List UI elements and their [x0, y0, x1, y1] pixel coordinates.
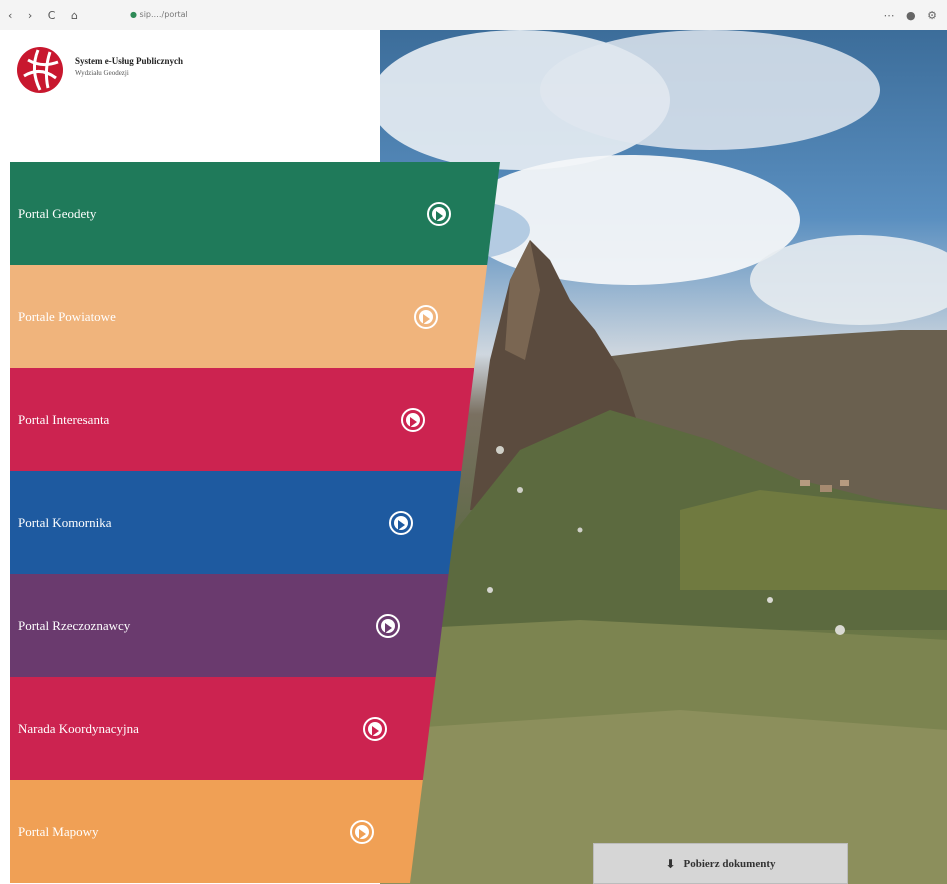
arrow-right-circle-icon[interactable] [427, 201, 452, 226]
portal-item-portal-rzeczoznawcy[interactable]: Portal Rzeczoznawcy [0, 574, 449, 677]
portal-item-label: Portal Mapowy [18, 823, 99, 839]
arrow-right-circle-icon[interactable] [350, 819, 374, 844]
arrow-right-circle-icon[interactable] [414, 304, 439, 329]
arrow-right-circle-icon[interactable] [362, 716, 387, 741]
portal-item-label: Portal Komornika [18, 514, 112, 530]
portal-menu: Portal Geodety Portale Powiatowe Portal In… [0, 0, 500, 884]
portal-item-portal-mapowy[interactable]: Portal Mapowy [0, 780, 423, 883]
portal-item-portale-powiatowe[interactable]: Portale Powiatowe [0, 265, 488, 368]
portal-item-label: Portale Powiatowe [18, 308, 116, 324]
portal-item-portal-geodety[interactable]: Portal Geodety [0, 162, 500, 265]
portal-item-label: Portal Geodety [18, 205, 97, 221]
browser-controls[interactable]: ⋯ ● ⚙ [884, 9, 941, 22]
portal-item-portal-komornika[interactable]: Portal Komornika [0, 471, 462, 574]
download-documents-label: Pobierz dokumenty [683, 857, 776, 870]
arrow-right-circle-icon[interactable] [388, 510, 413, 535]
portal-item-portal-interesanta[interactable]: Portal Interesanta [0, 368, 475, 471]
portal-item-label: Portal Rzeczoznawcy [18, 617, 131, 633]
arrow-right-circle-icon[interactable] [401, 407, 426, 432]
portal-item-label: Portal Interesanta [18, 411, 110, 427]
download-documents-button[interactable]: ⬇ Pobierz dokumenty [593, 843, 848, 884]
portal-item-label: Narada Koordynacyjna [18, 720, 139, 736]
download-icon: ⬇ [665, 856, 676, 871]
portal-item-narada-koordynacyjna[interactable]: Narada Koordynacyjna [0, 677, 436, 780]
arrow-right-circle-icon[interactable] [375, 613, 400, 638]
